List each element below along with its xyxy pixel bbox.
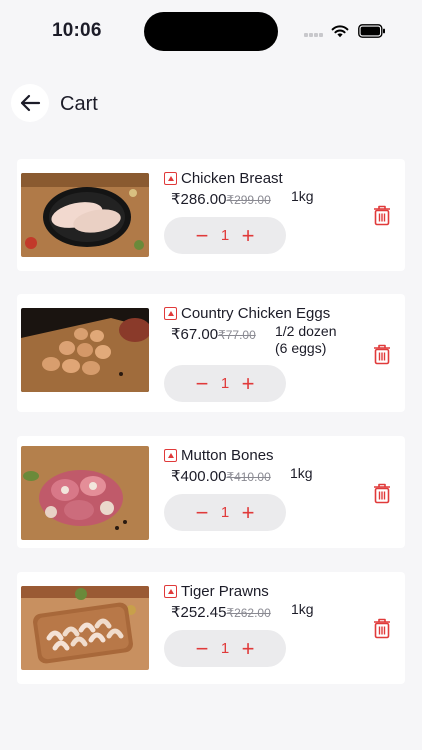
pack-size-detail: (6 eggs): [275, 340, 327, 356]
decrease-quantity-button[interactable]: −: [189, 223, 215, 249]
minus-icon: −: [195, 222, 209, 248]
quantity-value: 1: [220, 227, 230, 244]
product-image: [21, 308, 149, 392]
increase-quantity-button[interactable]: +: [235, 223, 261, 249]
increase-quantity-button[interactable]: +: [235, 636, 261, 662]
product-title-row: Tiger Prawns: [164, 583, 269, 600]
quantity-stepper: − 1 +: [164, 494, 286, 531]
price-row: ₹286.00₹299.00: [171, 190, 271, 208]
cart-item: Tiger Prawns ₹252.45₹262.00 1kg − 1 +: [17, 572, 405, 684]
product-title-row: Chicken Breast: [164, 170, 283, 187]
non-veg-mark-icon: [164, 172, 177, 185]
increase-quantity-button[interactable]: +: [235, 371, 261, 397]
cart-item: Chicken Breast ₹286.00₹299.00 1kg − 1 +: [17, 159, 405, 271]
plus-icon: +: [241, 222, 255, 248]
quantity-value: 1: [220, 375, 230, 392]
cellular-signal-icon: [304, 33, 324, 37]
product-name: Mutton Bones: [181, 447, 274, 464]
minus-icon: −: [195, 370, 209, 396]
trash-icon[interactable]: [372, 343, 392, 365]
minus-icon: −: [195, 635, 209, 661]
original-price: ₹299.00: [226, 193, 271, 207]
status-time: 10:06: [52, 20, 102, 41]
minus-icon: −: [195, 499, 209, 525]
pack-size-label: 1kg: [291, 188, 314, 204]
cart-header: Cart: [0, 84, 422, 124]
decrease-quantity-button[interactable]: −: [189, 500, 215, 526]
dynamic-island: [144, 12, 278, 51]
plus-icon: +: [241, 635, 255, 661]
original-price: ₹262.00: [226, 606, 271, 620]
increase-quantity-button[interactable]: +: [235, 500, 261, 526]
battery-icon: [358, 24, 385, 38]
status-bar: 10:06: [0, 0, 422, 60]
selling-price: ₹400.00: [171, 468, 227, 485]
non-veg-mark-icon: [164, 307, 177, 320]
product-title-row: Country Chicken Eggs: [164, 305, 330, 322]
pack-size: 1kg: [290, 465, 313, 482]
original-price: ₹410.00: [226, 470, 271, 484]
trash-icon[interactable]: [372, 617, 392, 639]
plus-icon: +: [241, 499, 255, 525]
non-veg-mark-icon: [164, 449, 177, 462]
page-title: Cart: [60, 93, 98, 115]
selling-price: ₹286.00: [171, 191, 227, 208]
price-row: ₹252.45₹262.00: [171, 603, 271, 621]
quantity-stepper: − 1 +: [164, 630, 286, 667]
non-veg-mark-icon: [164, 585, 177, 598]
selling-price: ₹67.00: [171, 326, 219, 343]
arrow-left-icon: [20, 94, 41, 112]
quantity-stepper: − 1 +: [164, 217, 286, 254]
trash-icon[interactable]: [372, 482, 392, 504]
trash-icon[interactable]: [372, 204, 392, 226]
product-image: [21, 173, 149, 257]
quantity-value: 1: [220, 640, 230, 657]
quantity-value: 1: [220, 504, 230, 521]
price-row: ₹400.00₹410.00: [171, 467, 271, 485]
product-image: [21, 586, 149, 670]
pack-size-label: 1kg: [291, 601, 314, 617]
cart-item: Mutton Bones ₹400.00₹410.00 1kg − 1 +: [17, 436, 405, 548]
product-name: Country Chicken Eggs: [181, 305, 331, 322]
pack-size: 1/2 dozen (6 eggs): [275, 323, 337, 357]
pack-size-label: 1kg: [290, 465, 313, 481]
original-price: ₹77.00: [218, 328, 256, 342]
product-name: Chicken Breast: [181, 170, 283, 187]
wifi-icon: [331, 25, 349, 38]
product-image: [21, 446, 149, 540]
plus-icon: +: [241, 370, 255, 396]
cart-item: Country Chicken Eggs ₹67.00₹77.00 1/2 do…: [17, 294, 405, 412]
product-title-row: Mutton Bones: [164, 447, 274, 464]
decrease-quantity-button[interactable]: −: [189, 636, 215, 662]
decrease-quantity-button[interactable]: −: [189, 371, 215, 397]
pack-size: 1kg: [291, 601, 314, 618]
selling-price: ₹252.45: [171, 604, 227, 621]
pack-size-label: 1/2 dozen: [275, 323, 337, 339]
quantity-stepper: − 1 +: [164, 365, 286, 402]
product-name: Tiger Prawns: [181, 583, 269, 600]
price-row: ₹67.00₹77.00: [171, 325, 256, 343]
pack-size: 1kg: [291, 188, 314, 205]
back-button[interactable]: [11, 84, 49, 122]
